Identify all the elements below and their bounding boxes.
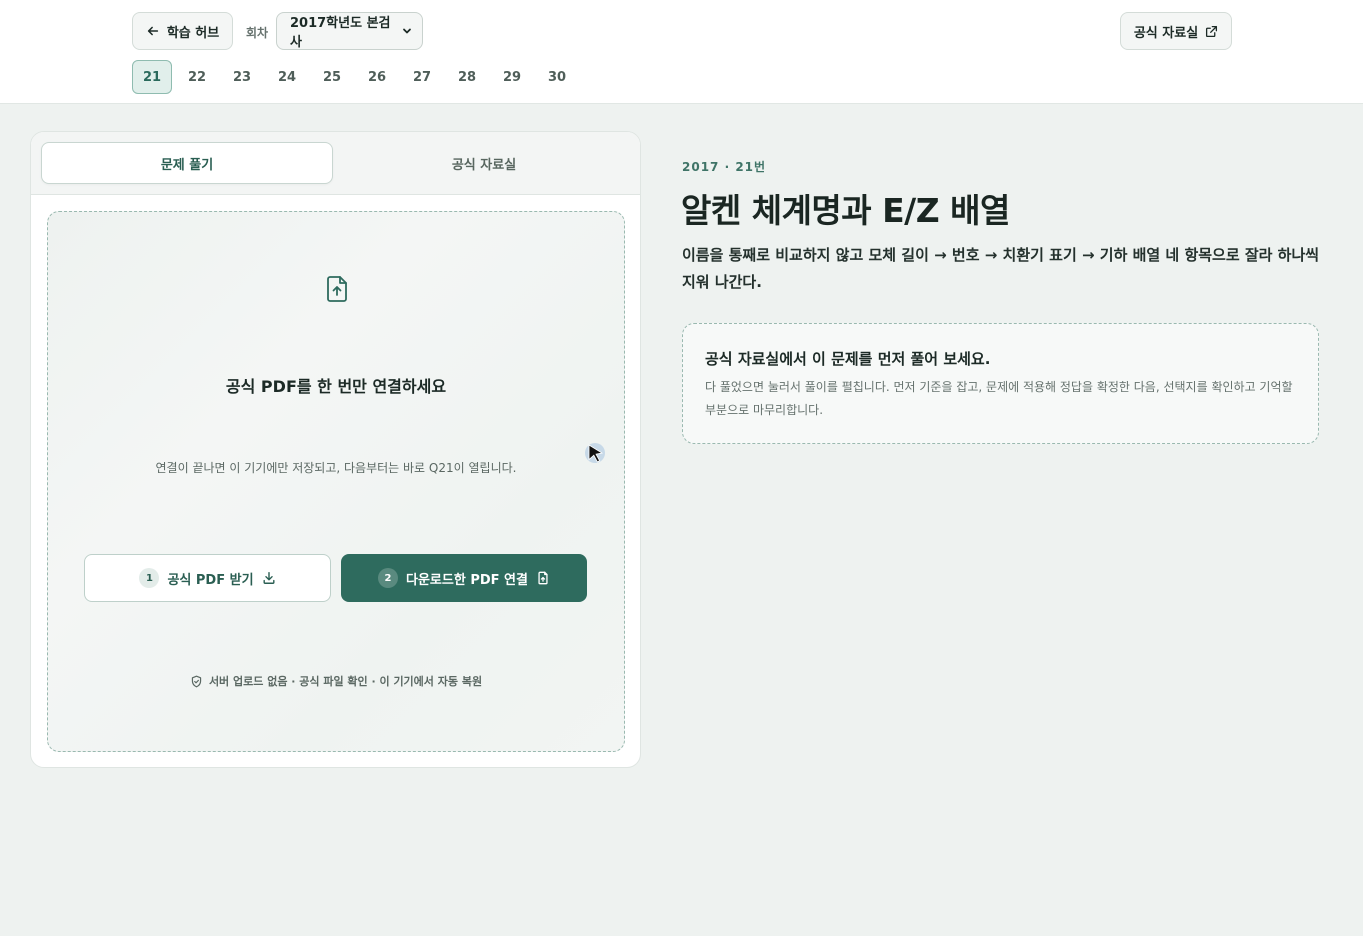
privacy-note: 서버 업로드 없음 · 공식 파일 확인 · 이 기기에서 자동 복원: [48, 673, 624, 689]
tab-solve[interactable]: 문제 풀기: [41, 142, 333, 184]
step-badge: 2: [378, 568, 398, 588]
get-official-pdf-button[interactable]: 1 공식 PDF 받기: [84, 554, 331, 602]
file-upload-icon: [327, 276, 347, 302]
question-nav-item[interactable]: 21: [132, 60, 172, 94]
round-select-value: 2017학년도 본검사: [290, 16, 391, 50]
problem-panel: 문제 풀기 공식 자료실 공식 PDF를 한 번만 연결하세요 연결이 끝나면 …: [30, 131, 641, 768]
link-downloaded-pdf-button[interactable]: 2 다운로드한 PDF 연결: [341, 554, 587, 602]
question-eyebrow: 2017 · 21번: [682, 160, 767, 174]
chevron-down-icon: [403, 28, 411, 34]
file-link-icon: [538, 571, 548, 585]
dropzone-title: 공식 PDF를 한 번만 연결하세요: [225, 377, 447, 396]
top-bar: 학습 허브 회차 2017학년도 본검사 공식 자료실 21 22 23 24 …: [0, 0, 1363, 104]
back-to-hub-button[interactable]: 학습 허브: [132, 12, 233, 50]
privacy-note-text: 서버 업로드 없음 · 공식 파일 확인 · 이 기기에서 자동 복원: [208, 675, 483, 688]
question-nav-item[interactable]: 29: [492, 60, 532, 94]
back-to-hub-label: 학습 허브: [166, 25, 220, 41]
mouse-cursor-icon: [585, 443, 605, 463]
dropzone-description: 연결이 끝나면 이 기기에만 저장되고, 다음부터는 바로 Q21이 열립니다.: [155, 461, 517, 475]
round-select[interactable]: 2017학년도 본검사: [276, 12, 423, 50]
round-label: 회차: [246, 26, 269, 40]
question-nav-item[interactable]: 22: [177, 60, 217, 94]
callout-body: 다 풀었으면 눌러서 풀이를 펼칩니다. 먼저 기준을 잡고, 문제에 적용해 …: [705, 380, 1293, 417]
page-subtitle: 이름을 통째로 비교하지 않고 모체 길이 → 번호 → 치환기 표기 → 기하…: [682, 246, 1320, 291]
pdf-dropzone[interactable]: 공식 PDF를 한 번만 연결하세요 연결이 끝나면 이 기기에만 저장되고, …: [47, 211, 625, 752]
get-official-pdf-label: 공식 PDF 받기: [167, 572, 254, 588]
arrow-left-icon: [147, 26, 158, 36]
question-nav-item[interactable]: 26: [357, 60, 397, 94]
step-badge: 1: [139, 568, 160, 588]
question-nav-item[interactable]: 23: [222, 60, 262, 94]
page-title: 알켄 체계명과 E/Z 배열: [681, 191, 1010, 230]
official-archive-label: 공식 자료실: [1133, 25, 1199, 41]
link-downloaded-pdf-label: 다운로드한 PDF 연결: [406, 572, 528, 588]
question-nav: 21 22 23 24 25 26 27 28 29 30: [132, 60, 582, 94]
solve-first-callout[interactable]: 공식 자료실에서 이 문제를 먼저 풀어 보세요. 다 풀었으면 눌러서 풀이를…: [682, 323, 1319, 444]
official-archive-button[interactable]: 공식 자료실: [1120, 12, 1232, 50]
question-nav-item[interactable]: 30: [537, 60, 577, 94]
question-nav-item[interactable]: 28: [447, 60, 487, 94]
tab-official-archive[interactable]: 공식 자료실: [338, 142, 630, 184]
question-nav-item[interactable]: 27: [402, 60, 442, 94]
shield-check-icon: [191, 675, 202, 687]
external-link-icon: [1206, 25, 1218, 37]
panel-tabs: 문제 풀기 공식 자료실: [31, 132, 640, 195]
question-nav-item[interactable]: 25: [312, 60, 352, 94]
question-nav-item[interactable]: 24: [267, 60, 307, 94]
download-icon: [263, 572, 275, 584]
callout-title: 공식 자료실에서 이 문제를 먼저 풀어 보세요.: [705, 350, 991, 368]
